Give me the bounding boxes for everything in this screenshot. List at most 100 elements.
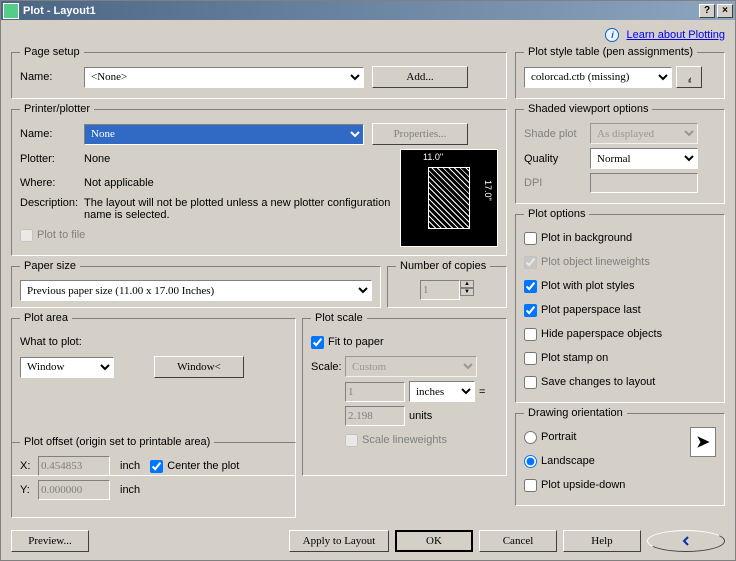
plot-offset-group: Plot offset (origin set to printable are… [11, 436, 296, 518]
upside-down-label: Plot upside-down [541, 479, 625, 491]
title-bar: Plot - Layout1 ? × [1, 1, 735, 20]
pencil-icon [687, 70, 691, 84]
copies-input[interactable] [420, 280, 460, 300]
plot-style-table-legend: Plot style table (pen assignments) [524, 46, 697, 58]
add-button[interactable]: Add... [372, 66, 468, 88]
plotter-label: Plotter: [20, 153, 84, 165]
center-plot-label: Center the plot [167, 460, 239, 472]
shaded-viewport-group: Shaded viewport options Shade plot As di… [515, 103, 725, 204]
help-button[interactable]: Help [563, 530, 641, 552]
printer-name-select[interactable]: None [84, 124, 364, 145]
properties-button[interactable]: Properties... [372, 123, 468, 145]
save-changes-checkbox[interactable] [524, 376, 537, 389]
paper-size-select[interactable]: Previous paper size (11.00 x 17.00 Inche… [20, 280, 372, 301]
help-titlebar-button[interactable]: ? [699, 4, 715, 18]
close-titlebar-button[interactable]: × [717, 4, 733, 18]
orientation-icon: ➤ [690, 427, 716, 457]
edit-style-button[interactable] [676, 66, 702, 88]
plot-options-legend: Plot options [524, 208, 589, 220]
offset-y-input[interactable] [38, 480, 110, 500]
plot-paperspace-last-label: Plot paperspace last [541, 304, 641, 316]
shade-plot-select[interactable]: As displayed [590, 123, 698, 144]
landscape-radio[interactable] [524, 455, 537, 468]
paper-size-legend: Paper size [20, 260, 80, 272]
preview-button[interactable]: Preview... [11, 530, 89, 552]
quality-select[interactable]: Normal [590, 148, 698, 169]
plot-to-file-label: Plot to file [37, 229, 85, 241]
apply-layout-button[interactable]: Apply to Layout [289, 530, 389, 552]
what-to-plot-label: What to plot: [20, 336, 82, 348]
save-changes-label: Save changes to layout [541, 376, 655, 388]
offset-y-label: Y: [20, 484, 38, 496]
printer-name-label: Name: [20, 128, 84, 140]
printer-plotter-group: Printer/plotter Name: None Properties... [11, 103, 507, 256]
fit-to-paper-label: Fit to paper [328, 336, 384, 348]
scale-unit1-select[interactable]: inches [409, 381, 475, 402]
plot-options-group: Plot options Plot in background Plot obj… [515, 208, 725, 403]
where-value: Not applicable [84, 177, 154, 189]
copies-legend: Number of copies [396, 260, 490, 272]
fit-to-paper-checkbox[interactable] [311, 336, 324, 349]
copies-group: Number of copies ▲▼ [387, 260, 507, 308]
hide-paperspace-checkbox[interactable] [524, 328, 537, 341]
plot-style-table-group: Plot style table (pen assignments) color… [515, 46, 725, 99]
plot-styles-checkbox[interactable] [524, 280, 537, 293]
plot-scale-group: Plot scale Fit to paper Scale: Custom [302, 312, 507, 476]
desc-value: The layout will not be plotted unless a … [84, 197, 400, 221]
shaded-viewport-legend: Shaded viewport options [524, 103, 652, 115]
plot-to-file-checkbox[interactable] [20, 229, 33, 242]
paper-preview: 11.0" 17.0" [400, 149, 498, 247]
scale-select[interactable]: Custom [345, 356, 477, 377]
plotter-value: None [84, 153, 110, 165]
plot-paperspace-last-checkbox[interactable] [524, 304, 537, 317]
shade-plot-label: Shade plot [524, 128, 590, 140]
plot-offset-legend: Plot offset (origin set to printable are… [20, 436, 214, 448]
scale-lineweights-label: Scale lineweights [362, 434, 447, 446]
orientation-group: Drawing orientation Portrait Landscape ➤… [515, 407, 725, 506]
plot-style-table-select[interactable]: colorcad.ctb (missing) [524, 67, 672, 88]
upside-down-checkbox[interactable] [524, 479, 537, 492]
offset-x-input[interactable] [38, 456, 110, 476]
plot-lineweights-checkbox[interactable] [524, 256, 537, 269]
plot-background-label: Plot in background [541, 232, 632, 244]
paper-size-group: Paper size Previous paper size (11.00 x … [11, 260, 381, 308]
window-title: Plot - Layout1 [23, 5, 697, 17]
plot-background-checkbox[interactable] [524, 232, 537, 245]
preview-height: 17.0" [483, 180, 493, 201]
page-setup-name-select[interactable]: <None> [84, 67, 364, 88]
plot-stamp-checkbox[interactable] [524, 352, 537, 365]
scale-lineweights-checkbox[interactable] [345, 434, 358, 447]
cancel-button[interactable]: Cancel [479, 530, 557, 552]
page-setup-name-label: Name: [20, 71, 84, 83]
plot-area-legend: Plot area [20, 312, 72, 324]
portrait-radio[interactable] [524, 431, 537, 444]
scale-value2-input[interactable] [345, 406, 405, 426]
plot-lineweights-label: Plot object lineweights [541, 256, 650, 268]
window-button[interactable]: Window< [154, 356, 244, 378]
plot-dialog: Plot - Layout1 ? × i Learn about Plottin… [0, 0, 736, 561]
info-icon: i [605, 28, 619, 42]
ok-button[interactable]: OK [395, 530, 473, 552]
copies-spinner[interactable]: ▲▼ [460, 280, 474, 300]
offset-y-unit: inch [120, 484, 140, 496]
center-plot-checkbox[interactable] [150, 460, 163, 473]
page-setup-group: Page setup Name: <None> Add... [11, 46, 507, 99]
page-setup-legend: Page setup [20, 46, 84, 58]
scale-value1-input[interactable] [345, 382, 405, 402]
collapse-button[interactable] [647, 530, 725, 552]
what-to-plot-select[interactable]: Window [20, 357, 114, 378]
units-label: units [409, 410, 432, 422]
dpi-label: DPI [524, 177, 590, 189]
landscape-label: Landscape [541, 455, 595, 467]
dpi-input[interactable] [590, 173, 698, 193]
chevron-left-icon [681, 536, 691, 546]
learn-plotting-link[interactable]: Learn about Plotting [627, 29, 725, 41]
app-icon [3, 3, 19, 19]
plot-scale-legend: Plot scale [311, 312, 367, 324]
desc-label: Description: [20, 197, 84, 209]
hide-paperspace-label: Hide paperspace objects [541, 328, 662, 340]
plot-stamp-label: Plot stamp on [541, 352, 608, 364]
plot-styles-label: Plot with plot styles [541, 280, 635, 292]
scale-label: Scale: [311, 361, 345, 373]
printer-legend: Printer/plotter [20, 103, 94, 115]
